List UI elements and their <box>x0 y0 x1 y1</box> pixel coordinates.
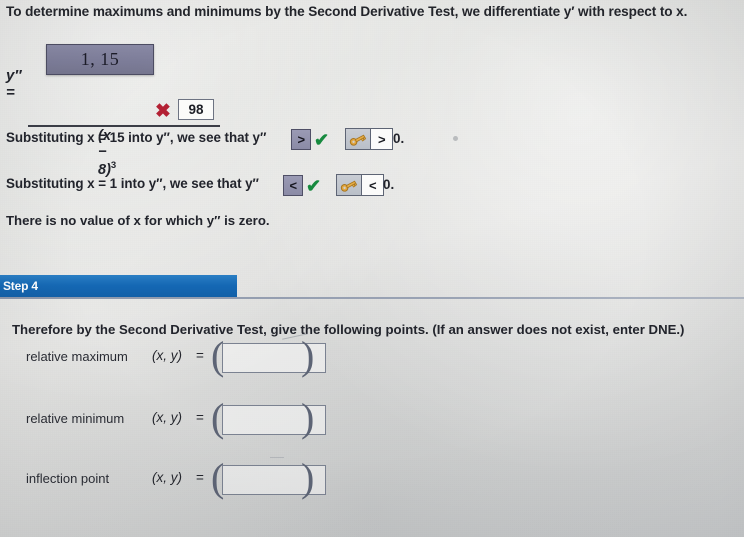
incorrect-x-icon: ✖ <box>155 101 171 122</box>
right-paren: ) <box>301 395 315 440</box>
answer-key-value-1: > <box>371 129 392 149</box>
substitution-2-zero: 0. <box>383 177 395 192</box>
equals-sign: = <box>196 470 204 485</box>
comparison-dropdown-2[interactable]: < <box>283 175 303 196</box>
key-icon <box>337 175 362 195</box>
answer-row-relative-minimum: relative minimum (x, y) = ( ) <box>0 398 744 453</box>
step-divider-rule <box>0 297 744 299</box>
correct-check-icon-1: ✔ <box>314 130 330 150</box>
dust-speck <box>453 136 458 141</box>
answer-key-box-2: < <box>336 174 384 196</box>
substitution-1-zero: 0. <box>393 131 405 146</box>
denominator-exponent: 3 <box>110 160 117 171</box>
correct-answer-box: 98 <box>178 99 214 120</box>
substitution-line-1-text: Substituting x = 15 into y″, we see that… <box>6 130 267 145</box>
equals-sign: = <box>196 410 204 425</box>
fraction-bar <box>28 125 220 127</box>
scratch-mark-bottom <box>270 457 284 458</box>
answer-label: inflection point <box>26 471 110 486</box>
answer-row-relative-maximum: relative maximum (x, y) = ( ) <box>0 336 744 391</box>
equation-lhs: y″ = <box>6 67 22 101</box>
coordinate-label: (x, y) <box>152 470 182 485</box>
step-label: Step 4 <box>3 279 38 293</box>
answer-key-value-2: < <box>362 175 383 195</box>
comparison-dropdown-1[interactable]: > <box>291 129 311 150</box>
right-paren: ) <box>301 333 315 378</box>
step-instruction: Therefore by the Second Derivative Test,… <box>12 322 685 337</box>
right-paren: ) <box>301 455 315 500</box>
answer-row-inflection-point: inflection point (x, y) = ( ) <box>0 458 744 513</box>
equals-sign: = <box>196 348 204 363</box>
answer-label: relative minimum <box>26 411 125 426</box>
substitution-line-2-text: Substituting x = 1 into y″, we see that … <box>6 176 259 191</box>
correct-check-icon-2: ✔ <box>306 176 322 196</box>
intro-sentence: To determine maximums and minimums by th… <box>6 4 688 19</box>
content-layer: To determine maximums and minimums by th… <box>0 0 744 537</box>
numerator-answer-field[interactable]: 1, 15 <box>46 44 154 75</box>
coordinate-label: (x, y) <box>152 348 182 363</box>
coordinate-label: (x, y) <box>152 410 182 425</box>
answer-label: relative maximum <box>26 349 128 364</box>
answer-key-box-1: > <box>345 128 393 150</box>
key-icon <box>346 129 371 149</box>
no-zero-value-note: There is no value of x for which y″ is z… <box>6 213 270 228</box>
